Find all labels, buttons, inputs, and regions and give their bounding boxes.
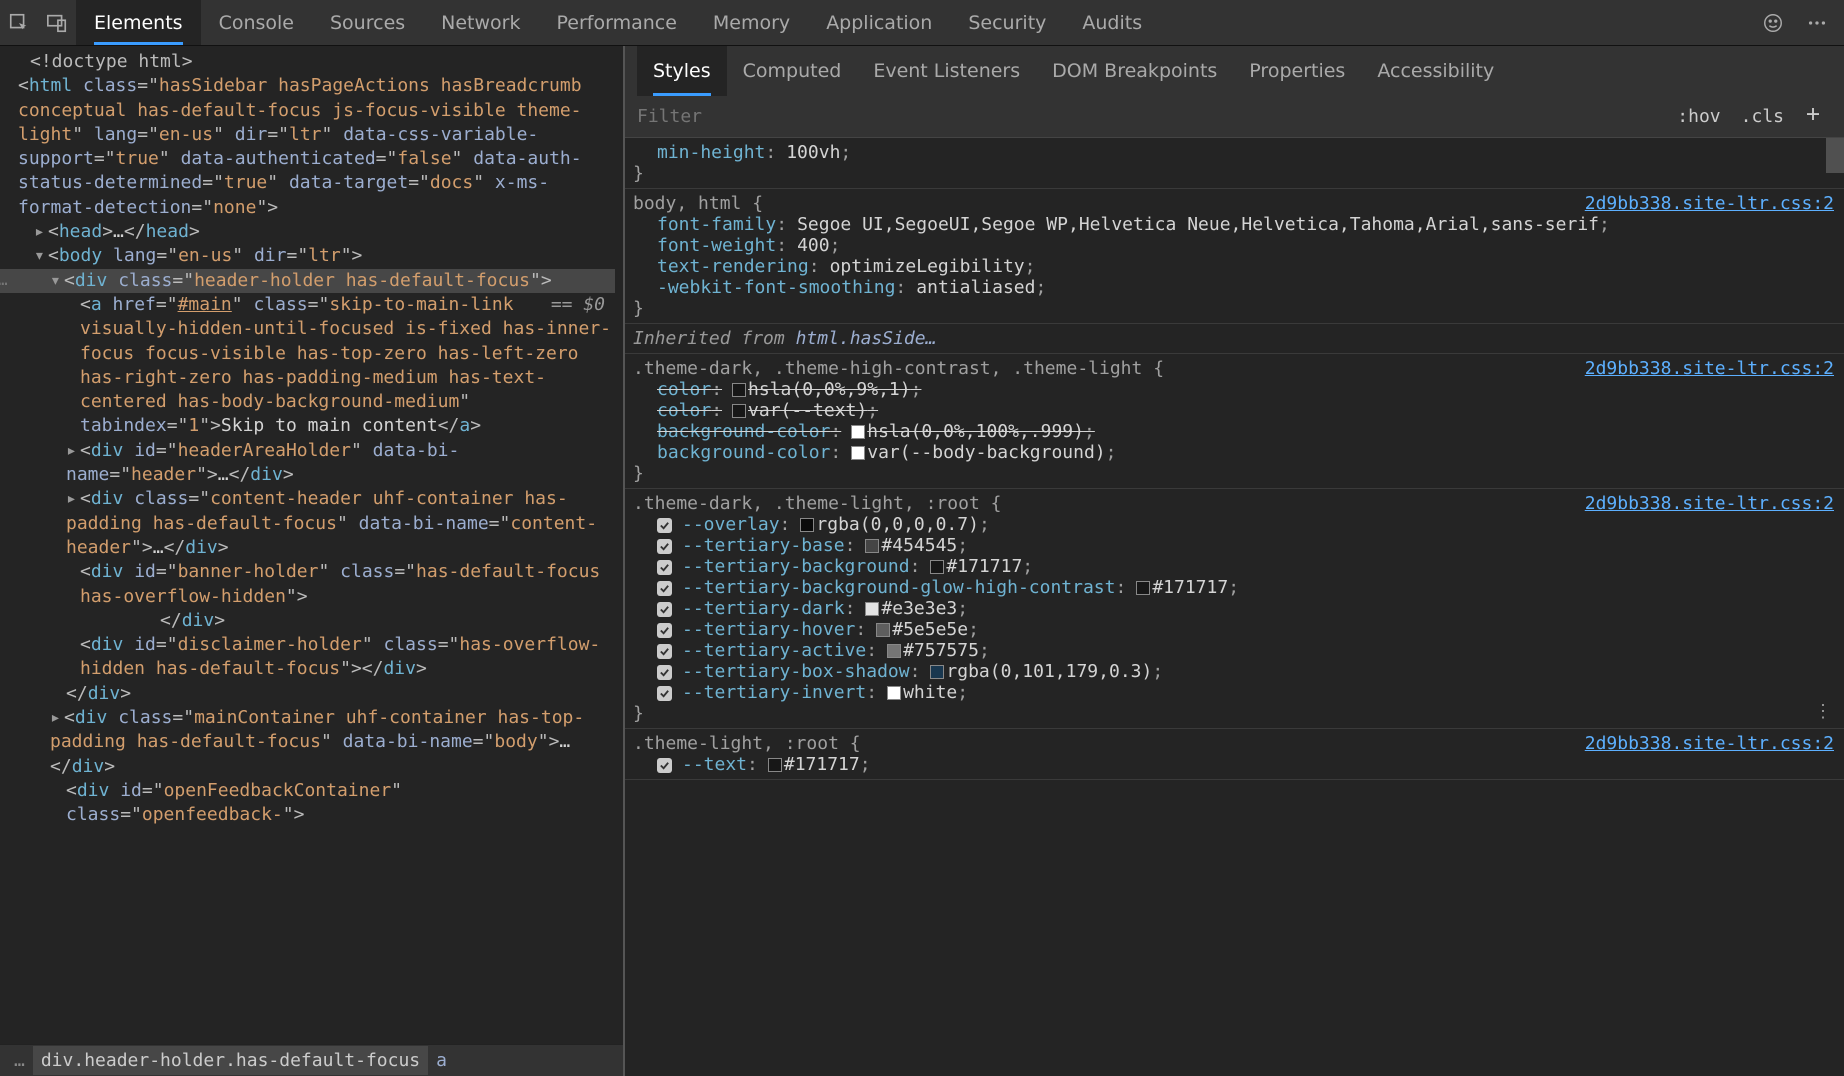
more-icon[interactable]: ⋮ — [1814, 701, 1832, 722]
checkbox-icon[interactable] — [657, 581, 672, 596]
color-swatch[interactable] — [865, 602, 879, 616]
checkbox-icon[interactable] — [657, 602, 672, 617]
subtab-properties[interactable]: Properties — [1233, 46, 1361, 96]
css-declaration[interactable]: --tertiary-active#757575 — [633, 640, 1836, 661]
checkbox-icon[interactable] — [657, 623, 672, 638]
inspect-icon[interactable] — [0, 0, 38, 46]
main-toolbar: ElementsConsoleSourcesNetworkPerformance… — [0, 0, 1844, 46]
css-declaration[interactable]: colorhsla(0,0%,9%,1) — [633, 379, 1836, 400]
css-declaration[interactable]: --tertiary-dark#e3e3e3 — [633, 598, 1836, 619]
inherited-from: Inherited from html.hasSide… — [625, 324, 1844, 354]
tab-console[interactable]: Console — [201, 0, 312, 45]
color-swatch[interactable] — [887, 686, 901, 700]
main-tabs: ElementsConsoleSourcesNetworkPerformance… — [76, 0, 1160, 45]
css-declaration[interactable]: -webkit-font-smoothingantialiased — [633, 277, 1836, 298]
sidebar-tabs: StylesComputedEvent ListenersDOM Breakpo… — [625, 46, 1844, 96]
color-swatch[interactable] — [1136, 581, 1150, 595]
sidebar-panel: StylesComputedEvent ListenersDOM Breakpo… — [625, 46, 1844, 1076]
checkbox-icon[interactable] — [657, 560, 672, 575]
color-swatch[interactable] — [876, 623, 890, 637]
color-swatch[interactable] — [768, 758, 782, 772]
color-swatch[interactable] — [732, 404, 746, 418]
breadcrumb-item[interactable]: div.header-holder.has-default-focus — [33, 1046, 428, 1075]
css-rule[interactable]: 2d9bb338.site-ltr.css:2.theme-dark, .the… — [625, 354, 1844, 489]
color-swatch[interactable] — [800, 518, 814, 532]
checkbox-icon[interactable] — [657, 539, 672, 554]
color-swatch[interactable] — [930, 560, 944, 574]
color-swatch[interactable] — [865, 539, 879, 553]
css-rule[interactable]: min-height100vh} — [625, 138, 1844, 189]
styles-list[interactable]: min-height100vh}2d9bb338.site-ltr.css:2b… — [625, 138, 1844, 1076]
css-rule[interactable]: 2d9bb338.site-ltr.css:2body, html {font-… — [625, 189, 1844, 324]
checkbox-icon[interactable] — [657, 518, 672, 533]
dom-tree[interactable]: <!doctype html><html class="hasSidebar h… — [0, 46, 623, 1044]
checkbox-icon[interactable] — [657, 758, 672, 773]
color-swatch[interactable] — [851, 425, 865, 439]
checkbox-icon[interactable] — [657, 644, 672, 659]
css-declaration[interactable]: background-colorvar(--body-background) — [633, 442, 1836, 463]
main-panels: <!doctype html><html class="hasSidebar h… — [0, 46, 1844, 1076]
source-link[interactable]: 2d9bb338.site-ltr.css:2 — [1585, 733, 1834, 754]
tab-audits[interactable]: Audits — [1064, 0, 1160, 45]
css-declaration[interactable]: colorvar(--text) — [633, 400, 1836, 421]
color-swatch[interactable] — [930, 665, 944, 679]
css-declaration[interactable]: min-height100vh — [633, 142, 1836, 163]
subtab-computed[interactable]: Computed — [727, 46, 858, 96]
css-declaration[interactable]: --tertiary-invertwhite — [633, 682, 1836, 703]
css-declaration[interactable]: --tertiary-base#454545 — [633, 535, 1836, 556]
css-declaration[interactable]: font-weight400 — [633, 235, 1836, 256]
cls-toggle[interactable]: .cls — [1731, 106, 1794, 127]
filter-bar: :hov .cls — [625, 96, 1844, 138]
tab-performance[interactable]: Performance — [539, 0, 695, 45]
inherit-link[interactable]: html.hasSide… — [796, 328, 937, 349]
color-swatch[interactable] — [887, 644, 901, 658]
breadcrumb-ellipsis[interactable]: … — [6, 1050, 33, 1071]
hov-toggle[interactable]: :hov — [1667, 106, 1730, 127]
filter-input[interactable] — [637, 106, 1667, 127]
css-declaration[interactable]: --text#171717 — [633, 754, 1836, 775]
device-toggle-icon[interactable] — [38, 0, 76, 46]
tab-memory[interactable]: Memory — [695, 0, 808, 45]
subtab-accessibility[interactable]: Accessibility — [1361, 46, 1510, 96]
breadcrumb-item[interactable]: a — [428, 1046, 455, 1075]
subtab-dom-breakpoints[interactable]: DOM Breakpoints — [1036, 46, 1233, 96]
css-declaration[interactable]: font-familySegoe UI,SegoeUI,Segoe WP,Hel… — [633, 214, 1836, 235]
css-declaration[interactable]: --tertiary-background#171717 — [633, 556, 1836, 577]
css-declaration[interactable]: --tertiary-box-shadowrgba(0,101,179,0.3) — [633, 661, 1836, 682]
elements-panel: <!doctype html><html class="hasSidebar h… — [0, 46, 625, 1076]
css-declaration[interactable]: --tertiary-hover#5e5e5e — [633, 619, 1836, 640]
subtab-styles[interactable]: Styles — [637, 46, 727, 96]
css-rule[interactable]: 2d9bb338.site-ltr.css:2.theme-dark, .the… — [625, 489, 1844, 729]
tab-application[interactable]: Application — [808, 0, 950, 45]
subtab-event-listeners[interactable]: Event Listeners — [857, 46, 1036, 96]
color-swatch[interactable] — [851, 446, 865, 460]
css-declaration[interactable]: --tertiary-background-glow-high-contrast… — [633, 577, 1836, 598]
color-swatch[interactable] — [732, 383, 746, 397]
checkbox-icon[interactable] — [657, 665, 672, 680]
css-declaration[interactable]: text-renderingoptimizeLegibility — [633, 256, 1836, 277]
feedback-icon[interactable] — [1754, 0, 1792, 46]
css-rule[interactable]: 2d9bb338.site-ltr.css:2.theme-light, :ro… — [625, 729, 1844, 780]
tab-sources[interactable]: Sources — [312, 0, 423, 45]
tab-network[interactable]: Network — [423, 0, 538, 45]
tab-security[interactable]: Security — [950, 0, 1064, 45]
css-declaration[interactable]: background-colorhsla(0,0%,100%,.999) — [633, 421, 1836, 442]
more-icon[interactable] — [1798, 0, 1836, 46]
source-link[interactable]: 2d9bb338.site-ltr.css:2 — [1585, 358, 1834, 379]
checkbox-icon[interactable] — [657, 686, 672, 701]
source-link[interactable]: 2d9bb338.site-ltr.css:2 — [1585, 493, 1834, 514]
tab-elements[interactable]: Elements — [76, 0, 201, 45]
source-link[interactable]: 2d9bb338.site-ltr.css:2 — [1585, 193, 1834, 214]
breadcrumb: … div.header-holder.has-default-focus a — [0, 1044, 623, 1076]
css-declaration[interactable]: --overlayrgba(0,0,0,0.7) — [633, 514, 1836, 535]
add-rule-icon[interactable] — [1794, 105, 1832, 128]
